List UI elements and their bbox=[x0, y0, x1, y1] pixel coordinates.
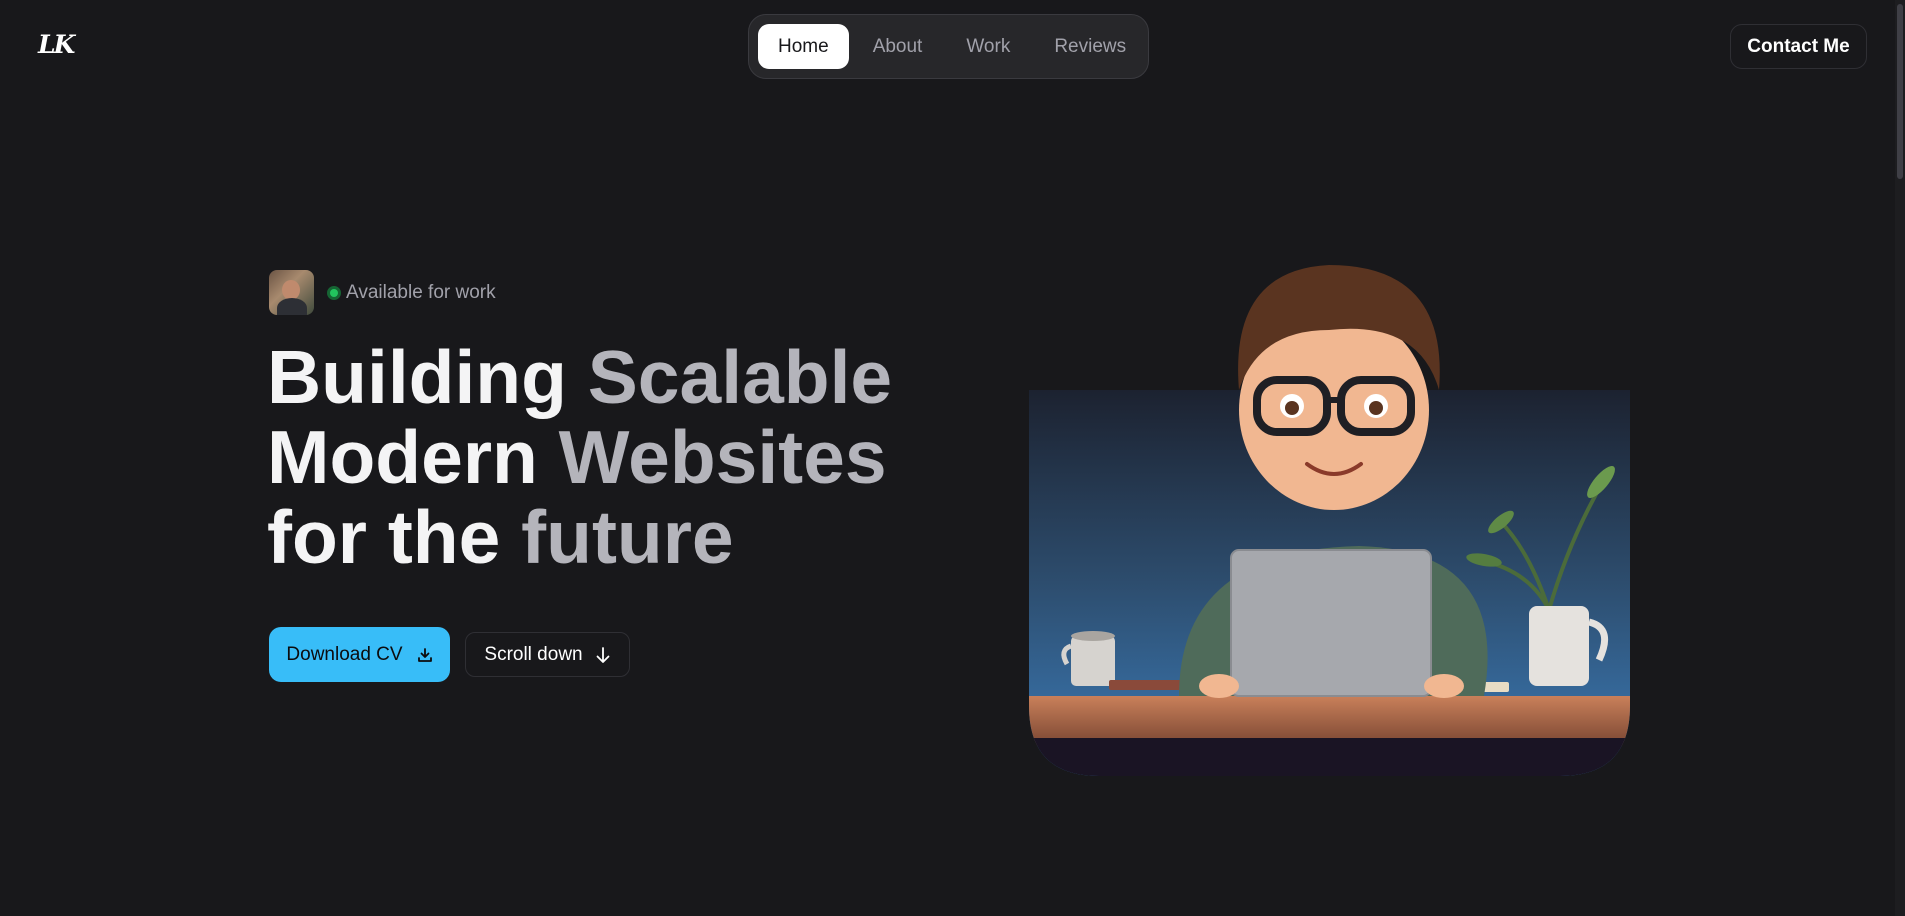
contact-button[interactable]: Contact Me bbox=[1730, 24, 1867, 69]
nav-item-work[interactable]: Work bbox=[946, 24, 1030, 69]
scroll-down-label: Scroll down bbox=[484, 643, 583, 665]
headline-word: Websites bbox=[558, 415, 887, 499]
scroll-down-button[interactable]: Scroll down bbox=[465, 632, 630, 677]
download-cv-button[interactable]: Download CV bbox=[269, 627, 450, 682]
avatar bbox=[269, 270, 314, 315]
arrow-down-icon bbox=[596, 646, 610, 663]
download-cv-label: Download CV bbox=[286, 643, 403, 665]
headline-word: future bbox=[521, 495, 734, 579]
site-logo[interactable]: LK bbox=[38, 30, 75, 59]
availability-status: Available for work bbox=[269, 270, 496, 315]
page-scrollbar[interactable] bbox=[1895, 0, 1905, 916]
nav-item-about[interactable]: About bbox=[853, 24, 943, 69]
status-dot-icon bbox=[327, 285, 341, 300]
developer-illustration bbox=[1029, 265, 1630, 776]
main-nav: Home About Work Reviews bbox=[748, 14, 1149, 79]
headline-word: Modern bbox=[267, 415, 538, 499]
headline-word: Building bbox=[267, 335, 567, 419]
download-icon bbox=[417, 647, 432, 662]
status-text: Available for work bbox=[346, 281, 496, 303]
headline-word: for the bbox=[267, 495, 501, 579]
nav-item-home[interactable]: Home bbox=[758, 24, 849, 69]
hero-headline: Building Scalable Modern Websites for th… bbox=[267, 337, 967, 577]
headline-word: Scalable bbox=[587, 335, 893, 419]
scrollbar-thumb[interactable] bbox=[1897, 4, 1903, 179]
nav-item-reviews[interactable]: Reviews bbox=[1034, 24, 1146, 69]
